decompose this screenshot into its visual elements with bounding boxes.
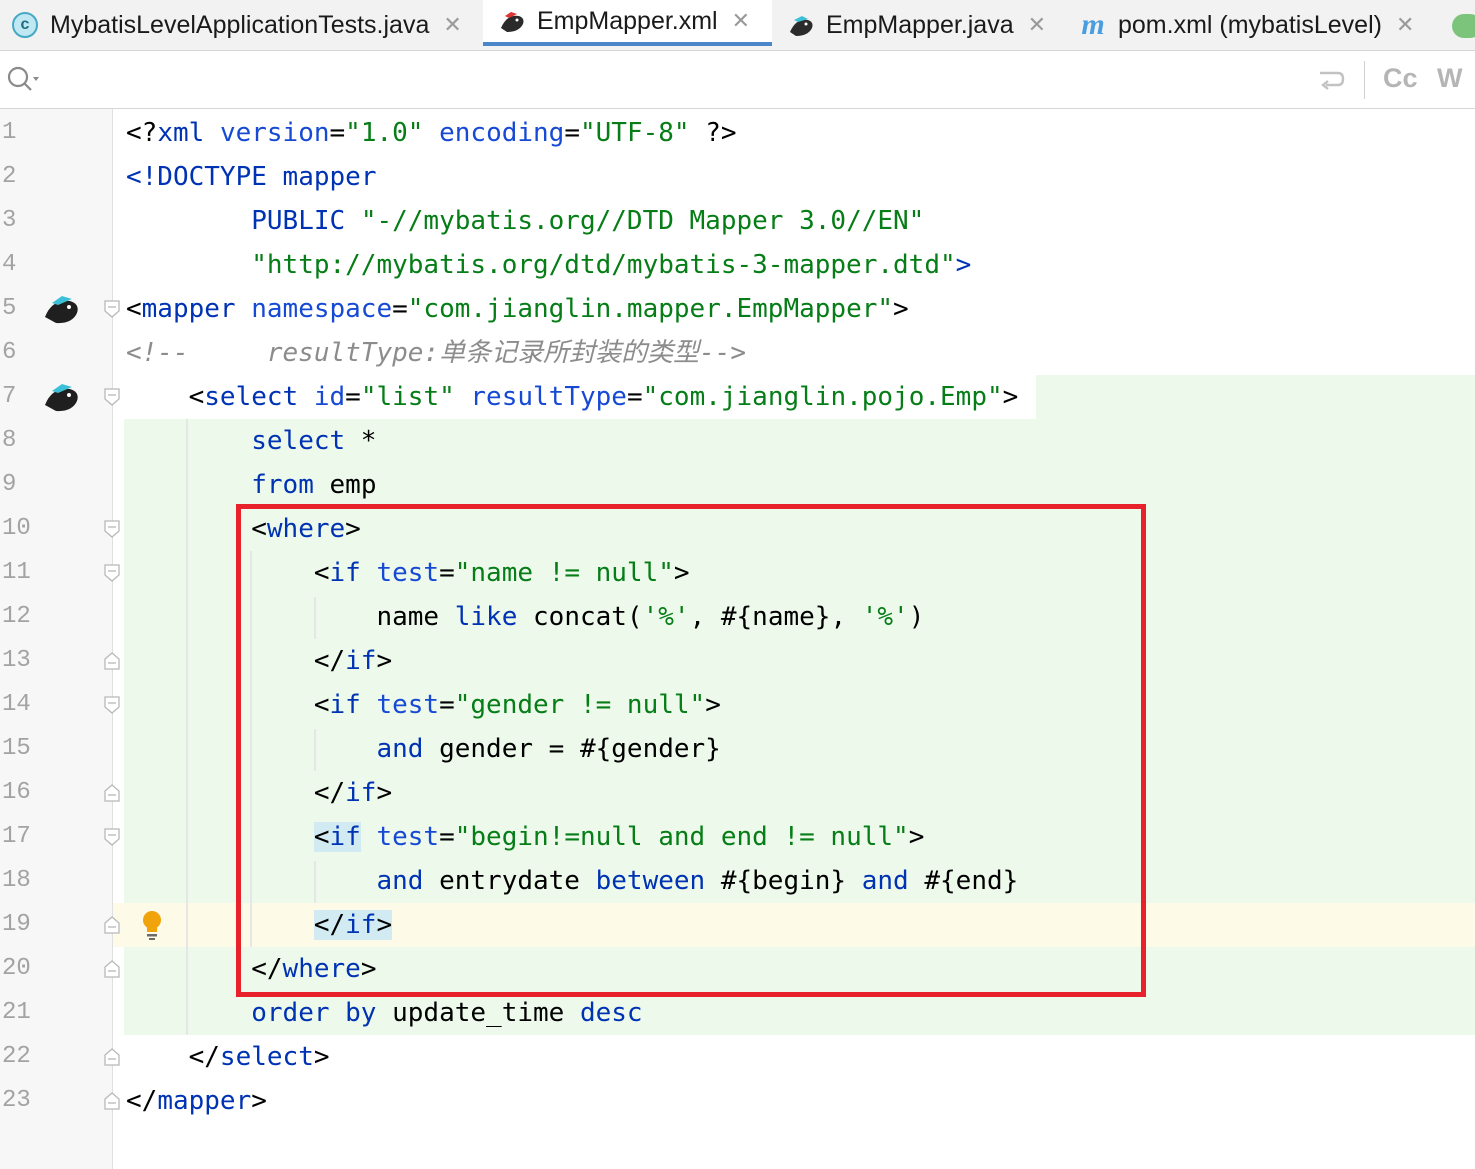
java-class-icon: c — [10, 10, 40, 40]
code-line[interactable]: 9 from emp — [0, 463, 1475, 507]
line-number: 14 — [2, 691, 31, 718]
close-icon[interactable]: ✕ — [1396, 12, 1414, 38]
close-icon[interactable]: ✕ — [1028, 12, 1046, 38]
code-line[interactable]: 8 select * — [0, 419, 1475, 463]
line-number: 17 — [2, 823, 31, 850]
line-number: 8 — [2, 427, 17, 454]
code-text: </select> — [126, 1042, 330, 1072]
line-number: 10 — [2, 515, 31, 542]
fold-expanded-icon[interactable] — [104, 564, 120, 582]
close-icon[interactable]: ✕ — [732, 8, 750, 34]
code-text: <?xml version="1.0" encoding="UTF-8" ?> — [126, 118, 737, 148]
fold-expanded-icon[interactable] — [104, 828, 120, 846]
line-number: 13 — [2, 647, 31, 674]
line-number: 22 — [2, 1043, 31, 1070]
maven-icon: m — [1081, 8, 1105, 41]
close-icon[interactable]: ✕ — [443, 12, 461, 38]
editor-tab-bar: c MybatisLevelApplicationTests.java ✕ Em… — [0, 0, 1475, 51]
fold-expanded-icon[interactable] — [104, 520, 120, 538]
mybatis-navigate-icon[interactable] — [42, 379, 82, 419]
line-number: 2 — [2, 163, 17, 190]
code-text: from emp — [251, 470, 377, 500]
tab-label: EmpMapper.java — [826, 10, 1014, 39]
tab-emp-mapper-java[interactable]: EmpMapper.java ✕ — [786, 0, 1046, 50]
fold-end-icon[interactable] — [104, 916, 120, 934]
code-text: <mapper namespace="com.jianglin.mapper.E… — [126, 294, 909, 324]
tab-mybatis-level-application-tests[interactable]: c MybatisLevelApplicationTests.java ✕ — [10, 0, 462, 50]
line-number: 5 — [2, 295, 17, 322]
code-line[interactable]: 2 <!DOCTYPE mapper — [0, 155, 1475, 199]
code-text: </mapper> — [126, 1086, 267, 1116]
code-line[interactable]: 3 PUBLIC "-//mybatis.org//DTD Mapper 3.0… — [0, 199, 1475, 243]
mybatis-navigate-icon[interactable] — [42, 291, 82, 331]
code-line[interactable]: 4 "http://mybatis.org/dtd/mybatis-3-mapp… — [0, 243, 1475, 287]
overflow-tab-icon[interactable] — [1452, 14, 1475, 38]
code-line[interactable]: 7 <select id="list" resultType="com.jian… — [0, 375, 1475, 419]
lightbulb-icon[interactable] — [140, 909, 164, 945]
code-line[interactable]: 21 order by update_time desc — [0, 991, 1475, 1035]
line-number: 6 — [2, 339, 17, 366]
line-number: 4 — [2, 251, 17, 278]
tab-label: pom.xml (mybatisLevel) — [1118, 10, 1382, 39]
fold-expanded-icon[interactable] — [104, 300, 120, 318]
tab-label: EmpMapper.xml — [537, 6, 718, 35]
line-number: 15 — [2, 735, 31, 762]
indent-guide — [314, 729, 316, 771]
code-line[interactable]: 6 <!-- resultType:单条记录所封装的类型--> — [0, 331, 1475, 375]
line-number: 18 — [2, 867, 31, 894]
code-line[interactable]: 22 </select> — [0, 1035, 1475, 1079]
injected-language-highlight — [1036, 375, 1475, 419]
fold-expanded-icon[interactable] — [104, 696, 120, 714]
find-bar: Cc W — [0, 51, 1475, 109]
code-text: <!DOCTYPE mapper — [126, 162, 377, 192]
line-number: 19 — [2, 911, 31, 938]
indent-guide — [186, 419, 188, 1035]
tab-emp-mapper-xml[interactable]: EmpMapper.xml ✕ — [483, 0, 772, 46]
line-number: 20 — [2, 955, 31, 982]
tab-pom-xml[interactable]: m pom.xml (mybatisLevel) ✕ — [1078, 0, 1414, 50]
fold-end-icon[interactable] — [104, 960, 120, 978]
code-text: "http://mybatis.org/dtd/mybatis-3-mapper… — [251, 250, 972, 280]
whole-words-button[interactable]: W — [1437, 63, 1462, 94]
code-line[interactable]: 5 <mapper namespace="com.jianglin.mapper.… — [0, 287, 1475, 331]
code-text: <!-- resultType:单条记录所封装的类型--> — [126, 338, 747, 368]
code-line[interactable]: 1 <?xml version="1.0" encoding="UTF-8" ?> — [0, 111, 1475, 155]
code-line[interactable]: 23 </mapper> — [0, 1079, 1475, 1123]
line-number: 11 — [2, 559, 31, 586]
indent-guide — [314, 597, 316, 639]
mybatis-bird-icon — [497, 6, 527, 36]
fold-end-icon[interactable] — [104, 1048, 120, 1066]
fold-end-icon[interactable] — [104, 1092, 120, 1110]
search-icon[interactable] — [6, 65, 40, 99]
toolbar-divider — [1364, 61, 1365, 99]
code-text: PUBLIC "-//mybatis.org//DTD Mapper 3.0//… — [251, 206, 925, 236]
code-text: select * — [251, 426, 377, 456]
code-text: <select id="list" resultType="com.jiangl… — [126, 382, 1019, 412]
wrap-icon[interactable] — [1316, 65, 1346, 99]
line-number: 12 — [2, 603, 31, 630]
line-number: 9 — [2, 471, 17, 498]
line-number: 23 — [2, 1087, 31, 1114]
line-number: 16 — [2, 779, 31, 806]
code-text: order by update_time desc — [251, 998, 643, 1028]
line-number: 7 — [2, 383, 17, 410]
line-number: 3 — [2, 207, 17, 234]
indent-guide — [314, 861, 316, 903]
fold-end-icon[interactable] — [104, 652, 120, 670]
fold-expanded-icon[interactable] — [104, 388, 120, 406]
mybatis-bird-icon — [786, 10, 816, 40]
highlight-annotation-box — [236, 504, 1146, 997]
fold-end-icon[interactable] — [104, 784, 120, 802]
indent-guide — [250, 551, 252, 947]
line-number: 21 — [2, 999, 31, 1026]
line-number: 1 — [2, 119, 17, 146]
match-case-button[interactable]: Cc — [1383, 63, 1418, 94]
tab-label: MybatisLevelApplicationTests.java — [50, 10, 430, 39]
